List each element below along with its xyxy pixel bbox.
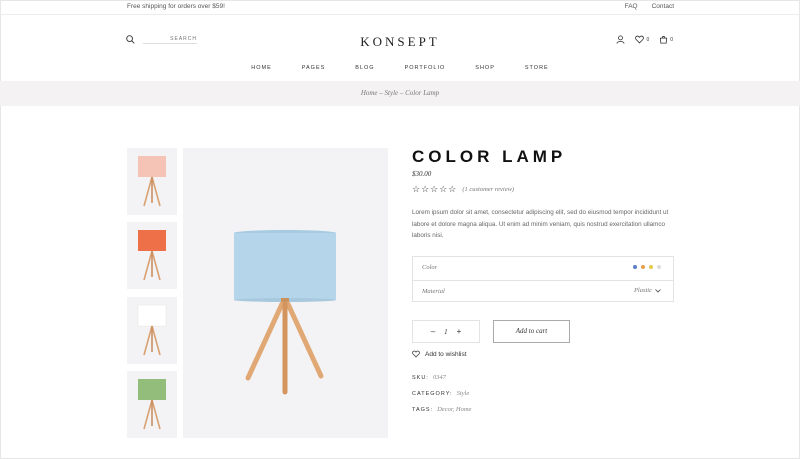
breadcrumb[interactable]: Home – Style – Color Lamp [361, 89, 439, 97]
cart-count: 0 [670, 36, 673, 43]
user-icon [616, 35, 625, 44]
category-row: CATEGORY: Style [412, 390, 469, 397]
wishlist-button[interactable]: 0 [635, 35, 649, 44]
site-logo[interactable]: KONSEPT [0, 34, 800, 50]
rating: ☆☆☆☆☆ (1 customer review) [412, 184, 514, 195]
category-label: CATEGORY: [412, 391, 453, 397]
increase-button[interactable]: + [457, 327, 462, 336]
chevron-down-icon [655, 288, 661, 293]
breadcrumb-band: Home – Style – Color Lamp [0, 81, 800, 106]
decrease-button[interactable]: – [431, 327, 435, 336]
main-product-image[interactable] [183, 148, 388, 438]
review-link[interactable]: (1 customer review) [462, 186, 514, 193]
heart-icon [635, 35, 645, 44]
lamp-image [138, 230, 166, 281]
nav-item-pages[interactable]: PAGES [302, 65, 326, 71]
product-description: Lorem ipsum dolor sit amet, consectetur … [412, 209, 669, 239]
material-option-row: Material Plastic [413, 280, 673, 302]
nav-item-home[interactable]: HOME [251, 65, 272, 71]
material-select[interactable]: Plastic [634, 287, 661, 294]
cart-button[interactable]: 0 [659, 35, 673, 44]
lamp-image [137, 304, 167, 356]
lamp-image [138, 156, 166, 207]
header-icons: 0 0 [616, 35, 673, 44]
thumbnail-green-lamp[interactable] [127, 371, 177, 438]
shipping-notice: Free shipping for orders over $59! [127, 3, 225, 10]
quantity-value[interactable]: 1 [444, 328, 448, 336]
wishlist-count: 0 [646, 36, 650, 43]
faq-link[interactable]: FAQ [625, 3, 638, 10]
add-to-wishlist-link[interactable]: Add to wishlist [412, 350, 467, 358]
tags-links[interactable]: Decor, Home [437, 406, 471, 413]
sku-value: 0347 [432, 374, 446, 381]
color-option-row: Color [413, 257, 673, 279]
lamp-image [138, 379, 166, 430]
thumbnail-coral-lamp[interactable] [127, 222, 177, 289]
swatch-blue[interactable] [633, 265, 637, 269]
top-links: FAQ Contact [625, 3, 674, 10]
heart-icon [412, 350, 420, 358]
color-label: Color [422, 264, 438, 271]
thumbnail-pink-lamp[interactable] [127, 148, 177, 215]
material-label: Material [422, 288, 445, 295]
color-swatches [633, 265, 661, 269]
tags-row: TAGS: Decor, Home [412, 406, 471, 413]
add-to-cart-button[interactable]: Add to cart [493, 320, 570, 343]
sku-label: SKU: [412, 375, 429, 381]
swatch-yellow[interactable] [649, 265, 653, 269]
nav-item-shop[interactable]: SHOP [475, 65, 495, 71]
star-rating: ☆☆☆☆☆ [412, 184, 458, 194]
nav-item-blog[interactable]: BLOG [355, 65, 374, 71]
contact-link[interactable]: Contact [652, 3, 674, 10]
material-value: Plastic [633, 287, 652, 294]
wishlist-label: Add to wishlist [425, 350, 467, 358]
nav-item-portfolio[interactable]: PORTFOLIO [405, 65, 446, 71]
product-title: COLOR LAMP [412, 147, 567, 166]
quantity-stepper[interactable]: – 1 + [412, 320, 480, 343]
thumbnail-white-lamp[interactable] [127, 297, 177, 364]
sku-row: SKU: 0347 [412, 374, 446, 381]
tags-label: TAGS: [412, 407, 434, 413]
cart-icon [660, 36, 668, 44]
product-price: $30.00 [412, 170, 432, 178]
swatch-orange[interactable] [641, 265, 645, 269]
main-nav: HOME PAGES BLOG PORTFOLIO SHOP STORE [0, 65, 800, 71]
product-options: Color Material Plastic [412, 256, 674, 302]
account-button[interactable] [616, 35, 625, 44]
lamp-image [234, 230, 336, 395]
top-bar: Free shipping for orders over $59! FAQ C… [0, 0, 800, 15]
swatch-grey[interactable] [657, 265, 661, 269]
category-link[interactable]: Style [457, 390, 470, 397]
nav-item-store[interactable]: STORE [525, 65, 549, 71]
